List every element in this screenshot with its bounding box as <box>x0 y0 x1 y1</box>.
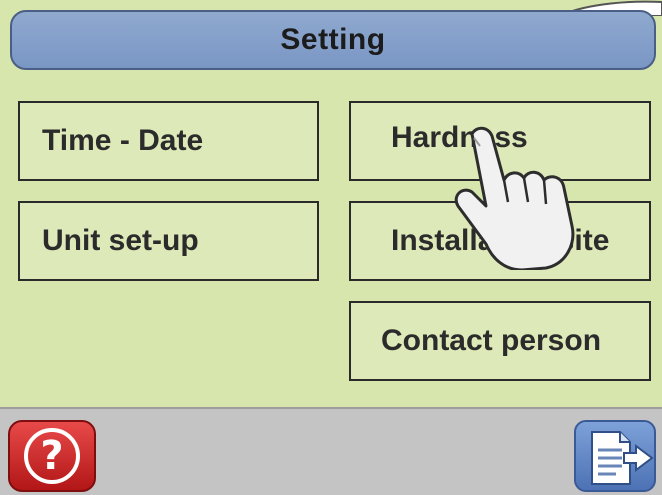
time-date-button[interactable]: Time - Date <box>18 101 319 181</box>
contact-person-label: Contact person <box>381 324 602 357</box>
page-title: Setting <box>280 23 386 56</box>
time-date-label: Time - Date <box>42 124 204 157</box>
exit-button[interactable] <box>574 420 656 492</box>
installation-site-button[interactable]: Installation site <box>349 201 651 281</box>
contact-person-button[interactable]: Contact person <box>349 301 651 381</box>
hardness-label: Hardness <box>391 121 528 154</box>
help-question-icon: ? <box>24 428 80 484</box>
installation-site-label: Installation site <box>391 224 610 257</box>
touch-screen: Setting Time - Date Unit set-up Hardness… <box>0 0 662 495</box>
unit-setup-button[interactable]: Unit set-up <box>18 201 319 281</box>
unit-setup-label: Unit set-up <box>42 224 199 257</box>
bottom-toolbar <box>0 407 662 495</box>
hardness-button[interactable]: Hardness <box>349 101 651 181</box>
title-bar: Setting <box>10 10 656 70</box>
help-button[interactable]: ? <box>8 420 96 492</box>
exit-document-arrow-icon <box>591 431 654 485</box>
